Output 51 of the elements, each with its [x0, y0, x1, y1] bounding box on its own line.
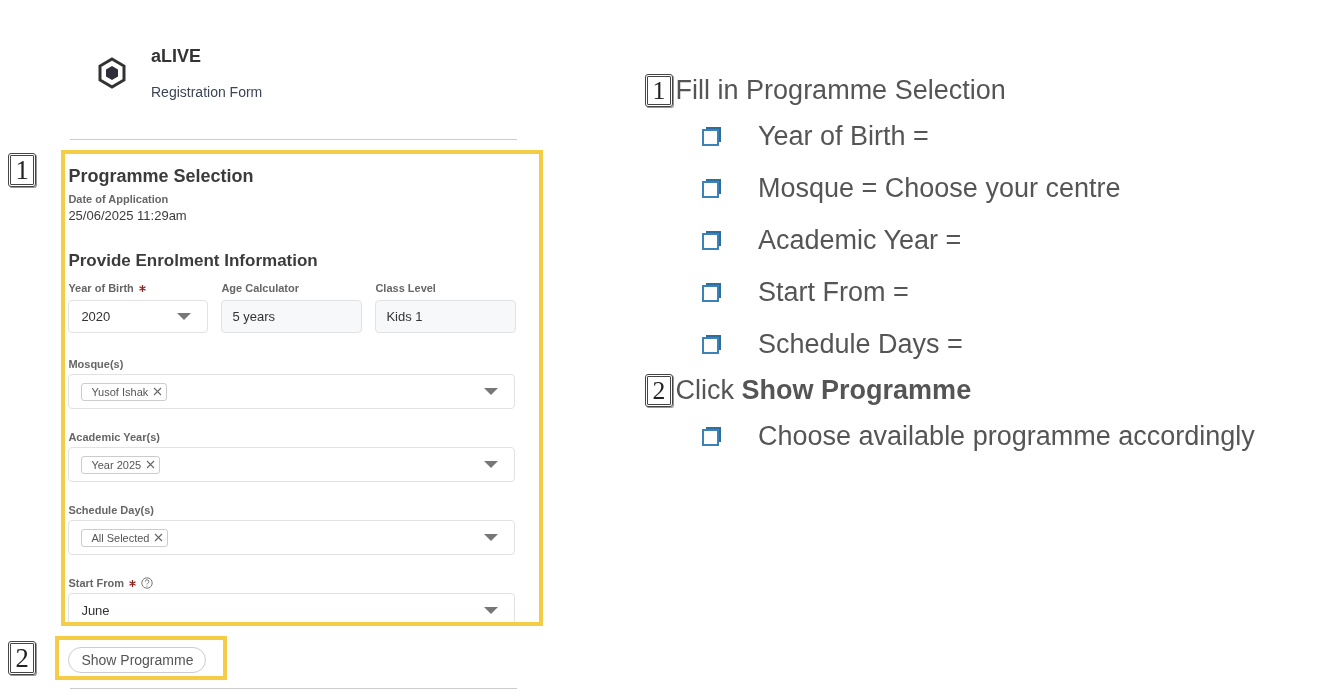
- input-field[interactable]: 5 years: [221, 300, 363, 333]
- field-label: Age Calculator: [221, 282, 300, 294]
- section-title: Programme Selection: [68, 166, 255, 187]
- list-item-text: Academic Year =: [758, 224, 962, 256]
- square-bullet-icon: [702, 126, 722, 146]
- remove-icon[interactable]: [154, 533, 164, 542]
- list-item-text: Start From =: [758, 276, 909, 308]
- tag-label: Yusof Ishak: [91, 385, 149, 398]
- step-number: 1: [645, 73, 673, 107]
- field-label: Schedule Day(s): [68, 504, 154, 516]
- tag-label: Year 2025: [91, 458, 142, 471]
- field-label: Year of Birth: [68, 282, 134, 294]
- square-bullet-icon: [702, 334, 722, 354]
- field-label: Mosque(s): [68, 358, 124, 370]
- date-value: 25/06/2025 11:29am: [68, 208, 188, 223]
- field-label: Date of Application: [68, 193, 170, 205]
- list-item-text: Year of Birth =: [758, 120, 929, 152]
- step-text: Fill in Programme Selection: [675, 74, 1006, 106]
- list-item-text: Choose available programme accordingly: [758, 420, 1255, 452]
- caret-icon: [177, 313, 192, 320]
- caret-icon: [484, 461, 499, 468]
- remove-icon[interactable]: [153, 387, 163, 396]
- field-label: Class Level: [375, 282, 436, 294]
- app-subtitle: Registration Form: [151, 84, 263, 100]
- show-programme-button[interactable]: Show Programme: [68, 647, 207, 673]
- caret-icon: [484, 388, 499, 395]
- multi-select-field[interactable]: Yusof Ishak: [68, 374, 516, 409]
- square-bullet-icon: [702, 282, 722, 302]
- step-number: 1: [8, 153, 37, 187]
- select-field[interactable]: 2020: [68, 300, 209, 333]
- square-bullet-icon: [702, 230, 722, 250]
- list-item-text: Schedule Days =: [758, 328, 963, 360]
- help-icon[interactable]: [141, 577, 153, 589]
- remove-icon[interactable]: [146, 460, 156, 469]
- input-field[interactable]: Kids 1: [375, 300, 517, 333]
- square-bullet-icon: [702, 426, 722, 446]
- caret-icon: [484, 607, 499, 614]
- list-item-text: Mosque = Choose your centre: [758, 172, 1121, 204]
- square-bullet-icon: [702, 178, 722, 198]
- field-label: Academic Year(s): [68, 431, 160, 443]
- multi-select-field[interactable]: All Selected: [68, 520, 516, 555]
- section-heading: Provide Enrolment Information: [68, 251, 319, 271]
- step-number: 2: [645, 373, 673, 407]
- field-label: Start From: [68, 577, 124, 589]
- step-number: 2: [8, 641, 37, 675]
- multi-select-field[interactable]: Year 2025: [68, 447, 516, 482]
- step-text: Click Show Programme: [675, 374, 972, 406]
- select-field[interactable]: June: [68, 593, 516, 622]
- tag-label: All Selected: [91, 531, 150, 544]
- app-name: aLIVE: [151, 46, 203, 67]
- caret-icon: [484, 534, 499, 541]
